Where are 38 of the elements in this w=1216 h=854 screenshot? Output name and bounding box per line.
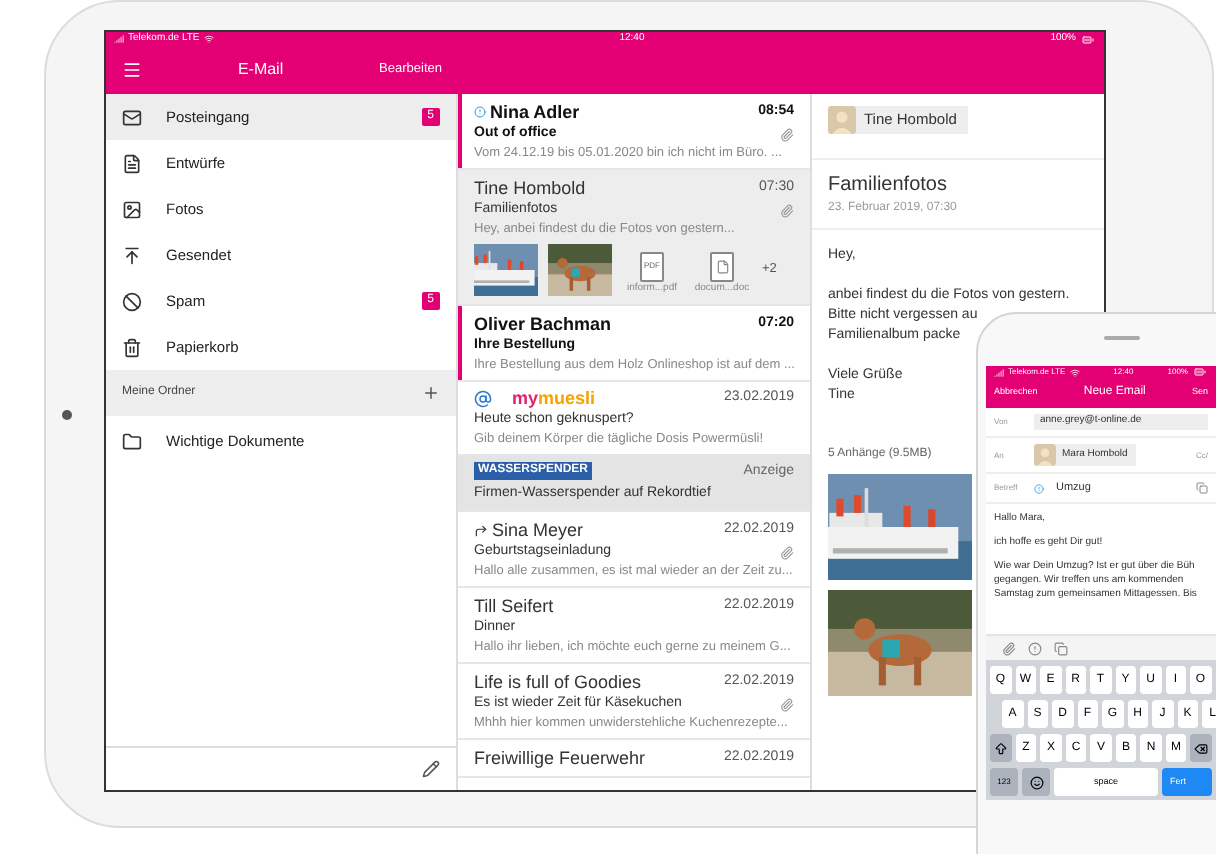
shift-key[interactable] bbox=[990, 734, 1012, 762]
message-sender: Nina Adler bbox=[490, 100, 580, 124]
message-sender: Till Seifert bbox=[474, 594, 554, 618]
message-sender: Life is full of Goodies bbox=[474, 670, 642, 694]
at-sign-icon bbox=[474, 389, 492, 408]
paperclip-icon bbox=[780, 203, 794, 217]
mail-subject: Familienfotos bbox=[828, 172, 949, 200]
document-icon bbox=[715, 259, 729, 273]
avatar-icon bbox=[828, 106, 856, 134]
backspace-icon bbox=[1194, 741, 1209, 755]
reply-arrow-icon bbox=[474, 523, 488, 537]
battery-icon bbox=[1191, 366, 1208, 378]
message-sender: Sina Meyer bbox=[492, 518, 584, 542]
paperclip-icon bbox=[780, 127, 794, 141]
wifi-icon bbox=[203, 34, 214, 45]
add-icon[interactable] bbox=[422, 384, 440, 402]
emoji-icon bbox=[1029, 775, 1043, 789]
paperclip-icon bbox=[780, 697, 794, 711]
signal-icon bbox=[994, 367, 1004, 377]
brand-logo: mymuesli bbox=[512, 389, 596, 408]
header-title: E-Mail bbox=[237, 58, 284, 83]
delete-key[interactable] bbox=[1190, 734, 1212, 762]
paperclip-icon[interactable] bbox=[1002, 641, 1016, 655]
avatar-icon bbox=[1034, 444, 1056, 466]
menu-icon[interactable] bbox=[122, 60, 142, 81]
wifi-icon bbox=[1069, 367, 1080, 377]
paperclip-icon bbox=[780, 545, 794, 559]
message-sender: Tine Hombold bbox=[474, 176, 586, 200]
battery-icon bbox=[1079, 33, 1096, 46]
message-sender: Freiwillige Feuerwehr bbox=[474, 746, 646, 770]
compose-icon[interactable] bbox=[422, 760, 440, 778]
shift-arrow-icon bbox=[993, 741, 1008, 755]
message-sender: Oliver Bachman bbox=[474, 312, 612, 336]
important-icon bbox=[474, 106, 486, 118]
emoji-key[interactable] bbox=[1022, 768, 1050, 796]
alert-icon[interactable] bbox=[1028, 641, 1042, 655]
copy-icon[interactable] bbox=[1196, 482, 1208, 494]
template-icon[interactable] bbox=[1054, 641, 1068, 655]
